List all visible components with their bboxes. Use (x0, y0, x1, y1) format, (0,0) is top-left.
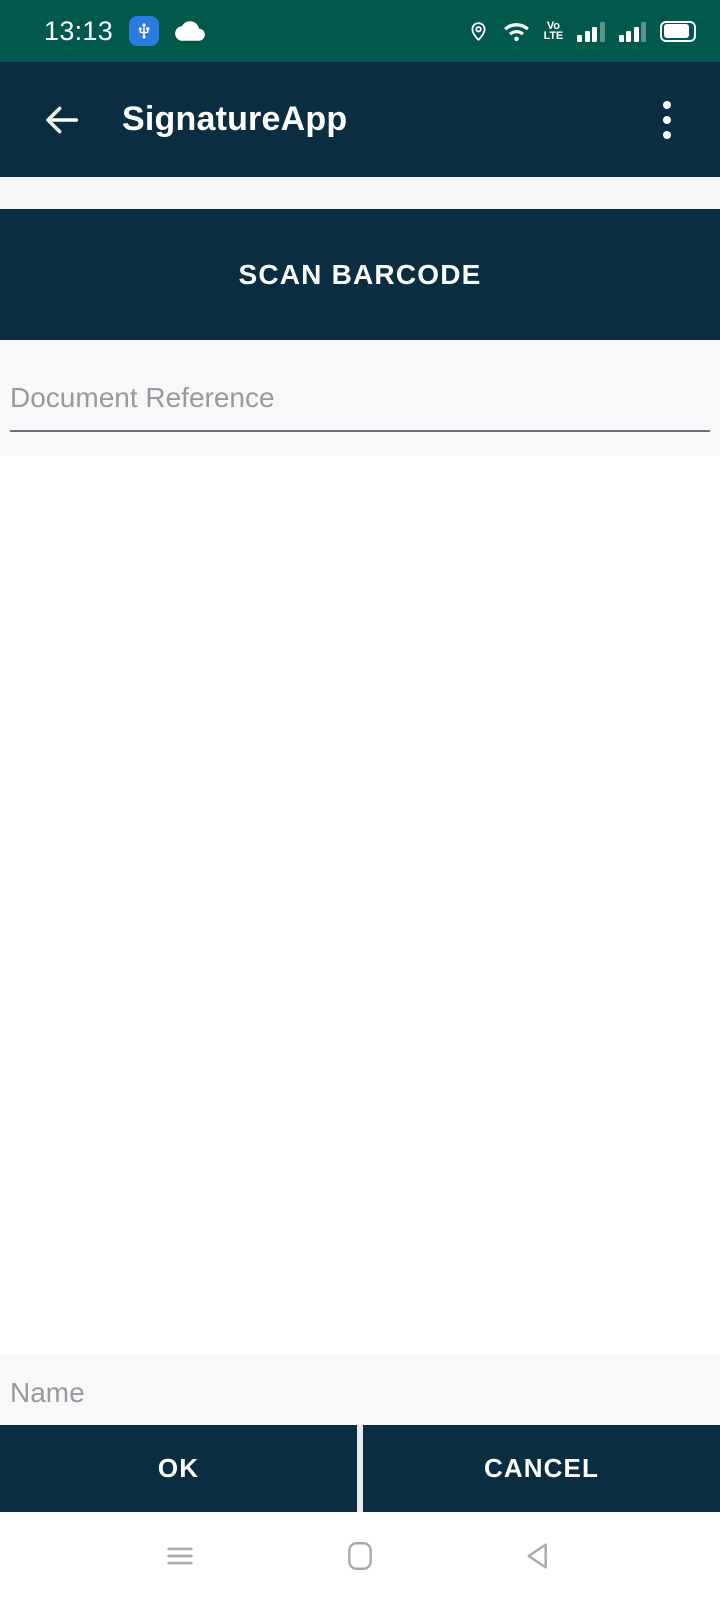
volte-icon: Vo LTE (543, 21, 564, 42)
app-bar-spacer (0, 177, 720, 209)
usb-icon (129, 16, 160, 46)
ok-button[interactable]: OK (0, 1425, 357, 1512)
app-bar: SignatureApp (0, 62, 720, 177)
wifi-icon (503, 19, 530, 43)
back-triangle-icon[interactable] (504, 1520, 576, 1592)
location-pin-icon (468, 18, 489, 44)
status-bar: 13:13 Vo LTE (0, 0, 720, 62)
name-field-container (0, 1355, 720, 1427)
phone-screen: 13:13 Vo LTE SignatureApp SCAN BARCODE D… (0, 0, 720, 1600)
cloud-icon (175, 20, 205, 42)
overflow-dot (663, 100, 671, 109)
overflow-dot (663, 130, 671, 139)
status-bar-left: 13:13 (44, 16, 205, 47)
battery-icon (660, 20, 696, 42)
arrow-left-icon[interactable] (34, 91, 92, 149)
menu-recents-icon[interactable] (144, 1520, 216, 1592)
volte-line-2: LTE (543, 30, 564, 42)
name-input[interactable] (10, 1377, 710, 1427)
signal-bars-sim2-icon (618, 20, 646, 42)
document-reference-input[interactable] (10, 382, 710, 432)
page-title: SignatureApp (122, 100, 348, 138)
action-button-row: OK CANCEL (0, 1425, 720, 1512)
overflow-dot (663, 115, 671, 124)
scan-barcode-button[interactable]: SCAN BARCODE (0, 209, 720, 340)
status-bar-right: Vo LTE (468, 18, 696, 44)
document-reference-field-container (0, 340, 720, 456)
signal-bars-sim1-icon (577, 20, 605, 42)
system-navigation-bar (0, 1512, 720, 1600)
cancel-button[interactable]: CANCEL (363, 1425, 720, 1512)
signature-canvas[interactable] (0, 456, 720, 1355)
status-bar-clock: 13:13 (44, 15, 114, 46)
home-square-icon[interactable] (324, 1520, 396, 1592)
more-vertical-icon[interactable] (640, 90, 694, 150)
